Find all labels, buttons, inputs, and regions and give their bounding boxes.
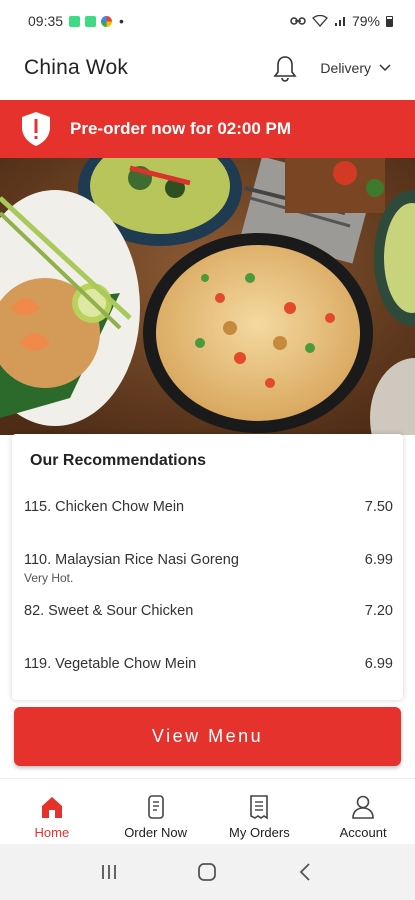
bell-icon[interactable] [272,54,298,82]
nav-my-orders[interactable]: My Orders [208,779,312,844]
system-nav-bar [0,844,415,900]
delivery-selector[interactable]: Delivery [320,60,391,76]
recommendation-item[interactable]: 82. Sweet & Sour Chicken 7.20 [24,603,393,619]
status-right: 79% [290,13,393,29]
item-note: Very Hot. [24,571,74,585]
app-header: China Wok Delivery [0,42,415,94]
home-icon [41,797,62,818]
signal-icon [334,17,345,26]
recommendation-item[interactable]: 119. Vegetable Chow Mein 6.99 [24,656,393,672]
view-menu-button[interactable]: View Menu [14,707,401,766]
item-price: 6.99 [364,656,393,672]
status-bar: 09:35 • 79% [0,0,415,42]
item-price: 7.20 [364,603,393,619]
recommendation-item[interactable]: 110. Malaysian Rice Nasi Goreng Very Hot… [24,552,393,585]
recommendations-title: Our Recommendations [30,452,207,469]
wifi-icon [312,15,328,27]
app-notification-icon [101,15,113,27]
nav-label: Home [34,825,70,840]
battery-icon [386,15,393,27]
nav-account[interactable]: Account [311,779,415,844]
preorder-banner: Pre-order now for 02:00 PM [0,100,415,158]
nav-label: Order Now [124,825,188,840]
hero-food-image [0,158,415,435]
bottom-nav: Home Order Now My Orders Account [0,778,415,844]
nav-label: Account [339,825,387,840]
status-time: 09:35 [28,13,64,29]
restaurant-title: China Wok [24,56,129,79]
link-icon [290,17,306,25]
item-name: 119. Vegetable Chow Mein [24,656,197,672]
home-button-icon[interactable] [196,861,218,883]
receipt-icon [250,795,269,820]
shield-alert-icon [22,112,50,146]
delivery-label: Delivery [320,60,371,76]
food-illustration [0,158,415,435]
item-name: 82. Sweet & Sour Chicken [24,603,194,619]
account-icon [352,795,374,819]
nav-label: My Orders [229,825,290,840]
back-icon[interactable] [295,861,317,883]
battery-percent: 79% [351,13,380,29]
item-price: 7.50 [364,499,393,515]
chevron-down-icon [379,64,391,72]
banner-text: Pre-order now for 02:00 PM [70,119,292,138]
item-name: 115. Chicken Chow Mein [24,499,185,515]
app-screen: 09:35 • 79% China Wok Delivery Pre-order… [0,0,415,900]
item-name-wrap: 110. Malaysian Rice Nasi Goreng Very Hot… [24,552,239,585]
recommendation-item[interactable]: 115. Chicken Chow Mein 7.50 [24,499,393,515]
order-icon [147,795,164,819]
android-icon [85,15,97,27]
item-price: 6.99 [364,552,393,568]
recent-apps-icon[interactable] [98,861,120,883]
nav-home[interactable]: Home [0,779,104,844]
nav-order-now[interactable]: Order Now [104,779,208,844]
item-name: 110. Malaysian Rice Nasi Goreng [24,552,239,568]
android-icon [69,15,81,27]
status-dot: • [119,13,124,29]
